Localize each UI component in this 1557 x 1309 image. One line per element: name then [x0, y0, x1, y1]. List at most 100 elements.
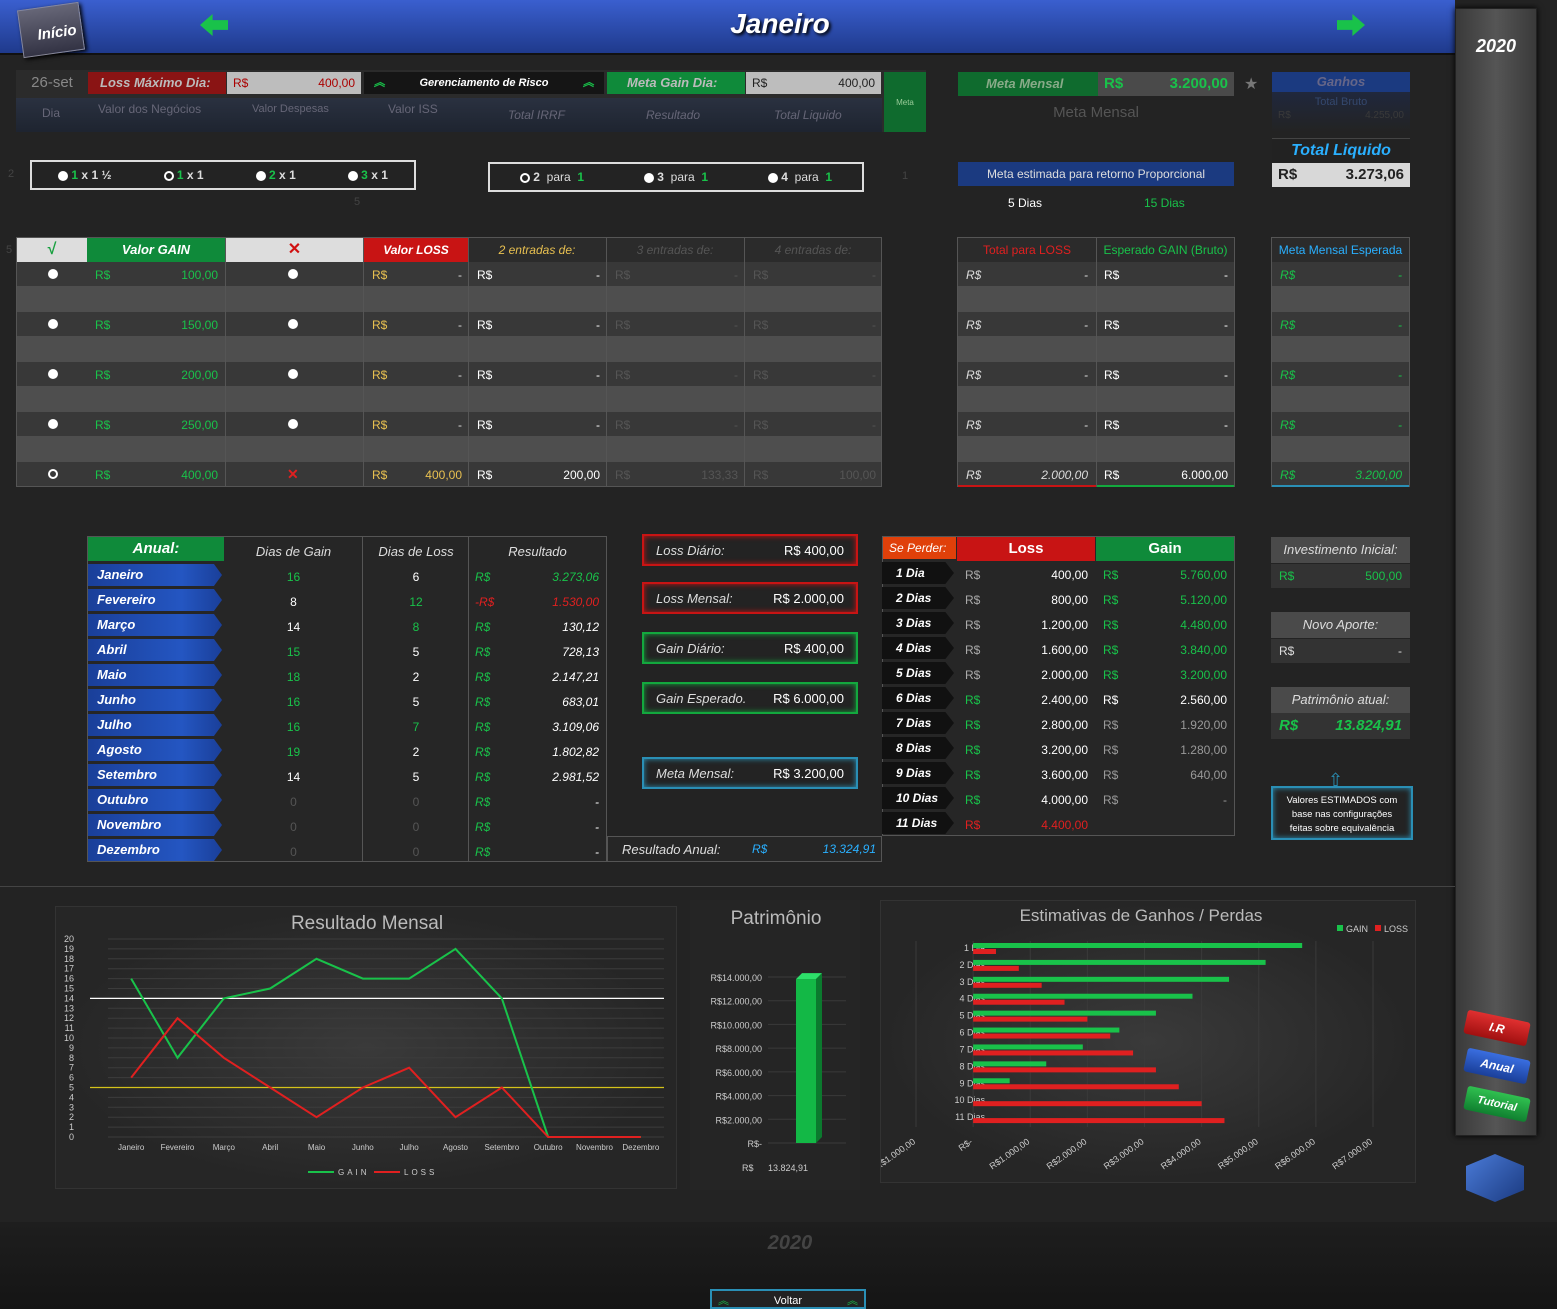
- loss-diario-label: Loss Diário:: [656, 543, 725, 558]
- inv-cur: R$: [1279, 569, 1295, 583]
- x-tick-label: Agosto: [443, 1143, 468, 1152]
- gain-select-radio[interactable]: [48, 419, 58, 429]
- tl-val: 3.273,06: [1345, 166, 1404, 183]
- gain-select-radio[interactable]: [48, 269, 58, 279]
- entries-option-4[interactable]: 4 para 1: [767, 170, 832, 184]
- gain-bar: [973, 1010, 1156, 1016]
- loss-bar: [973, 1033, 1111, 1039]
- tl-cur: R$: [1278, 166, 1298, 183]
- e4-cur: R$: [753, 468, 769, 482]
- chevron-up-icon: ︽: [718, 1295, 729, 1307]
- month-row-label[interactable]: Abril: [88, 639, 222, 661]
- loss-value: -: [458, 268, 462, 282]
- resultado-mensal-chart: Resultado Mensal 0 1 2 3 4 5 6 7 8 9 10 11 12 13 14 15 16…: [55, 906, 677, 1189]
- day-row-label: 4 Dias: [882, 637, 954, 659]
- table-row-spacer: [17, 286, 881, 312]
- ratio-option-4[interactable]: 3 x 1: [347, 168, 388, 182]
- gain-select-radio[interactable]: [48, 319, 58, 329]
- loss-value: 2.400,00: [1041, 693, 1088, 707]
- gain-value: -: [1223, 793, 1227, 807]
- ratio-option-3[interactable]: 2 x 1: [255, 168, 296, 182]
- esperado-gain-header: Esperado GAIN (Bruto): [1103, 243, 1228, 257]
- home-button[interactable]: Início: [16, 1, 86, 59]
- se-perder-header: Se Perder:: [883, 537, 956, 559]
- entries-option-2[interactable]: 2 para 1: [519, 170, 584, 184]
- entries-option-3[interactable]: 3 para 1: [643, 170, 708, 184]
- y-tick-label: 16: [64, 974, 74, 984]
- month-row-label[interactable]: Maio: [88, 664, 222, 686]
- divider: [362, 537, 363, 861]
- meta-esperada-cur: R$: [1280, 318, 1296, 332]
- loss-select-radio[interactable]: [288, 369, 298, 379]
- ratio-b: 1: [289, 168, 296, 182]
- month-row-label[interactable]: Dezembro: [88, 839, 222, 861]
- dias-loss-value: 0: [412, 845, 420, 859]
- divider: [225, 237, 226, 487]
- dias-loss-value: 8: [412, 620, 420, 634]
- e3-cur: R$: [615, 268, 631, 282]
- aporte-label: Novo Aporte:: [1271, 612, 1410, 638]
- gain-diario-label: Gain Diário:: [656, 641, 725, 656]
- legend-label: GAIN: [338, 1168, 370, 1177]
- aporte-value-cell[interactable]: R$ -: [1271, 639, 1410, 663]
- month-row-label[interactable]: Junho: [88, 689, 222, 711]
- esperado-value: -: [1224, 268, 1228, 282]
- total-liquido-label: Total Liquido: [1272, 138, 1410, 162]
- loss-bar: [973, 965, 1019, 971]
- y-tick-label: 20: [64, 934, 74, 944]
- x-tick-label: Maio: [308, 1143, 326, 1152]
- loss-bar: [973, 1101, 1202, 1107]
- bar-side: [816, 973, 822, 1143]
- meta-gain-value-cell[interactable]: R$ 400,00: [746, 72, 881, 94]
- highlight-line: [1097, 485, 1234, 487]
- gain-select-radio[interactable]: [48, 369, 58, 379]
- loss-max-value-cell[interactable]: R$ 400,00: [227, 72, 361, 94]
- loss-select-radio[interactable]: [288, 319, 298, 329]
- patrimonio-val: 13.824,91: [1335, 717, 1402, 734]
- month-row-label[interactable]: Julho: [88, 714, 222, 736]
- month-row-label[interactable]: Agosto: [88, 739, 222, 761]
- dias-gain-value: 8: [290, 595, 297, 609]
- table-row-spacer: [1272, 386, 1409, 412]
- y-tick-label: 18: [64, 954, 74, 964]
- loss-cur: R$: [965, 643, 981, 657]
- gain-select-radio[interactable]: [48, 469, 58, 479]
- ratio-option-1[interactable]: 1 x 1 ½: [58, 168, 111, 182]
- aporte-val: -: [1398, 644, 1402, 658]
- x-tick-label: R$4.000,00: [1159, 1136, 1203, 1171]
- e2-cur: R$: [477, 418, 493, 432]
- radio-icon: [255, 170, 266, 181]
- investimento-value-cell[interactable]: R$ 500,00: [1271, 564, 1410, 588]
- ganhos-label: Ganhos: [1272, 72, 1410, 92]
- month-row-label[interactable]: Fevereiro: [88, 589, 222, 611]
- entries-side-right: 1: [902, 170, 909, 182]
- loss-cur: R$: [372, 368, 388, 382]
- loss-max-label: Loss Máximo Dia:: [88, 72, 226, 94]
- y-tick-label: 3: [69, 1102, 74, 1112]
- resultado-value: 2.981,52: [552, 770, 599, 784]
- y-tick-label: 7: [69, 1063, 74, 1073]
- month-row-label[interactable]: Março: [88, 614, 222, 636]
- back-button[interactable]: ︽ Voltar ︽: [710, 1289, 866, 1309]
- ratio-option-2[interactable]: 1 x 1: [163, 168, 204, 182]
- e2-cur: R$: [477, 468, 493, 482]
- loss-select-radio[interactable]: [288, 419, 298, 429]
- e3-value: -: [734, 418, 738, 432]
- loss-value: -: [458, 418, 462, 432]
- y-tick-label: 5: [69, 1083, 74, 1093]
- month-row-label[interactable]: Setembro: [88, 764, 222, 786]
- gain-esperado-value: R$ 6.000,00: [773, 691, 844, 706]
- month-row-label[interactable]: Outubro: [88, 789, 222, 811]
- logo-cube-icon: [1466, 1154, 1524, 1202]
- loss-select-radio[interactable]: [288, 269, 298, 279]
- e3-value: -: [734, 318, 738, 332]
- loss-bar: [973, 1118, 1225, 1124]
- month-row-label[interactable]: Janeiro: [88, 564, 222, 586]
- resultado-cur: R$: [475, 845, 491, 859]
- month-row-label[interactable]: Novembro: [88, 814, 222, 836]
- gain-value: 3.200,00: [1180, 668, 1227, 682]
- home-label: Início: [36, 21, 78, 44]
- loss-x-icon[interactable]: ✕: [287, 466, 299, 483]
- y-tick-label: 1: [69, 1122, 74, 1132]
- loss-bar: [973, 982, 1042, 988]
